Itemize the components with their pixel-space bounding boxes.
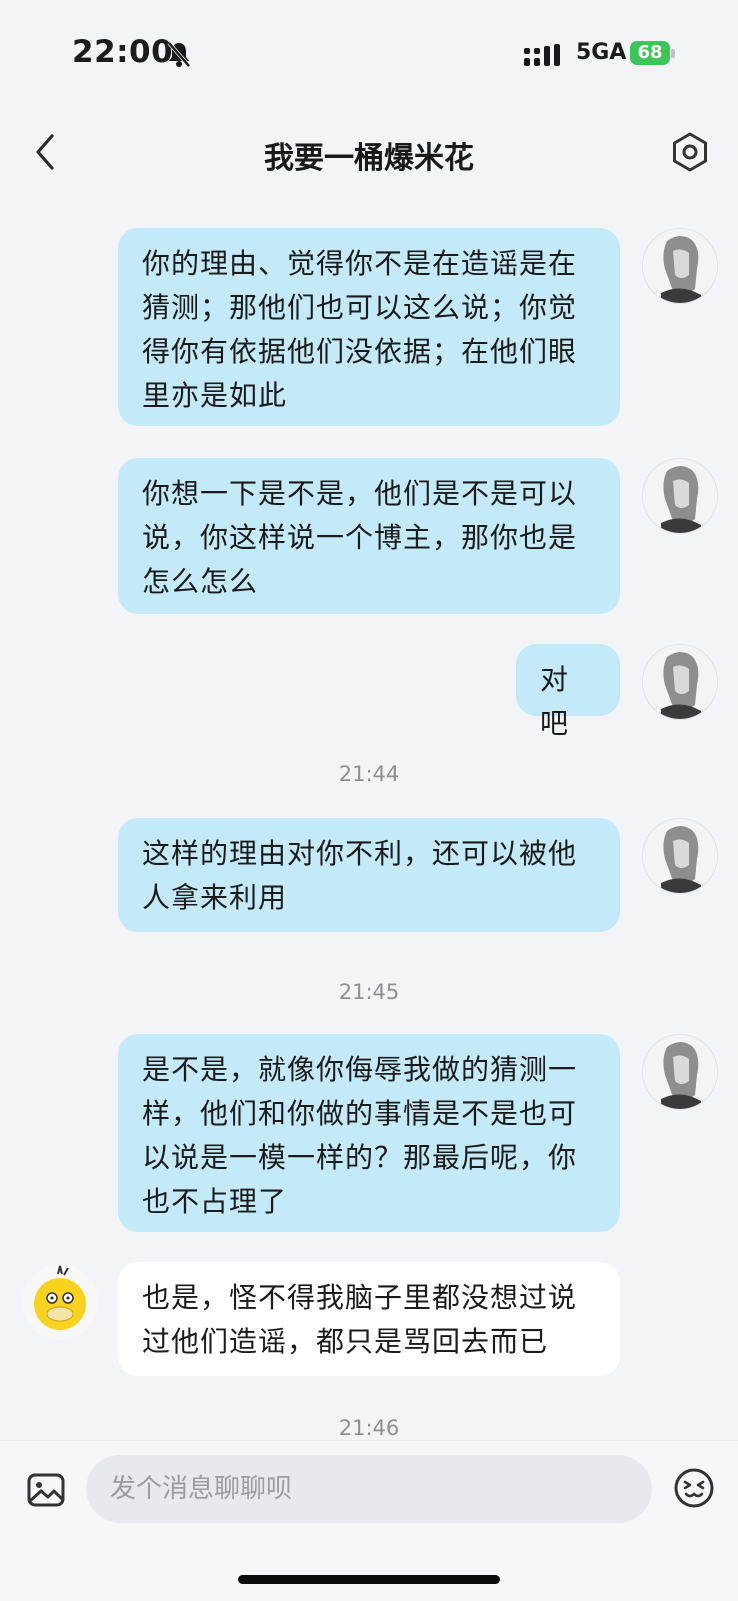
- message-bubble[interactable]: 你的理由、觉得你不是在造谣是在猜测；那他们也可以这么说；你觉得你有依据他们没依据…: [118, 228, 620, 426]
- message-bubble[interactable]: 是不是，就像你侮辱我做的猜测一样，他们和你做的事情是不是也可以说是一模一样的？那…: [118, 1034, 620, 1232]
- avatar[interactable]: [642, 644, 718, 720]
- message-bubble[interactable]: 这样的理由对你不利，还可以被他人拿来利用: [118, 818, 620, 932]
- status-time: 22:00: [72, 34, 174, 70]
- avatar[interactable]: [642, 458, 718, 534]
- battery-indicator: 68: [630, 41, 670, 65]
- avatar[interactable]: [642, 228, 718, 304]
- chat-title: 我要一桶爆米花: [264, 141, 474, 176]
- avatar[interactable]: [642, 1034, 718, 1110]
- contact-avatar[interactable]: [22, 1264, 98, 1340]
- timestamp: 21:45: [338, 980, 400, 1004]
- image-icon[interactable]: [26, 1470, 66, 1510]
- message-bubble[interactable]: 对吧: [516, 644, 620, 740]
- message-bubble[interactable]: 也是，怪不得我脑子里都没想过说过他们造谣，都只是骂回去而已: [118, 1262, 620, 1376]
- message-input[interactable]: [86, 1455, 652, 1523]
- emoji-icon[interactable]: [672, 1466, 716, 1510]
- signal-icon: [524, 44, 560, 66]
- message-bubble[interactable]: 你想一下是不是，他们是不是可以说，你这样说一个博主，那你也是怎么怎么: [118, 458, 620, 614]
- battery-tip: [671, 49, 675, 58]
- home-indicator: [238, 1575, 500, 1584]
- settings-hexagon-icon[interactable]: [668, 130, 712, 174]
- network-label: 5GA: [576, 40, 627, 65]
- timestamp: 21:46: [338, 1416, 400, 1440]
- mute-bell-icon: [167, 41, 191, 68]
- avatar[interactable]: [642, 818, 718, 894]
- timestamp: 21:44: [338, 762, 400, 786]
